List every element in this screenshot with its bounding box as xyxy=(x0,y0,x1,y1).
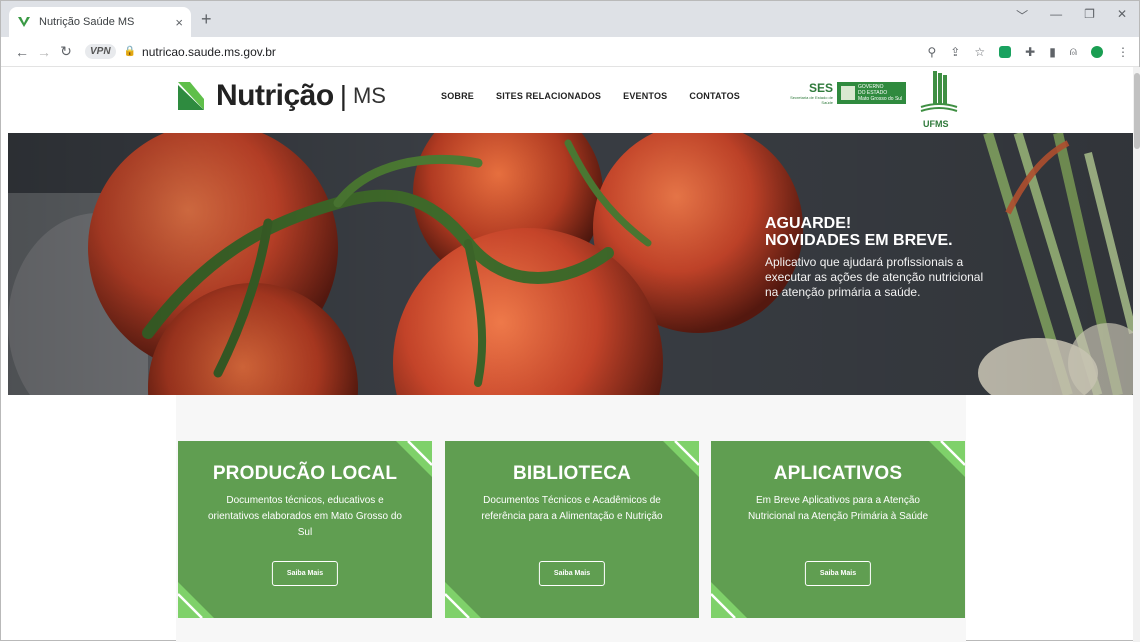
card-title: PRODUCÃO LOCAL xyxy=(212,463,398,484)
card-aplicativos[interactable]: APLICATIVOS Em Breve Aplicativos para a … xyxy=(711,441,965,618)
tab-search-icon[interactable]: ﹀ xyxy=(1016,7,1028,24)
ufms-building-icon xyxy=(920,71,958,112)
lock-icon[interactable]: 🔒 xyxy=(124,46,136,57)
forward-arrow-icon[interactable]: → xyxy=(33,44,55,60)
vpn-badge[interactable]: VPN xyxy=(85,44,116,59)
hero-banner: AGUARDE! NOVIDADES EM BREVE. Aplicativo … xyxy=(8,133,1133,395)
site-favicon-icon xyxy=(18,17,30,27)
menu-item-sobre[interactable]: SOBRE xyxy=(441,91,474,101)
menu-kebab-icon[interactable]: ⋮ xyxy=(1117,45,1129,59)
menu-item-contatos[interactable]: CONTATOS xyxy=(689,91,740,101)
browser-toolbar: ← → ↻ VPN 🔒 nutricao.saude.ms.gov.br ⚲ ⇪… xyxy=(1,37,1139,67)
scrollbar-thumb[interactable] xyxy=(1134,73,1140,149)
side-panel-icon[interactable]: ▮ xyxy=(1049,45,1056,59)
ses-abbr: SES xyxy=(808,81,833,95)
card-title: APLICATIVOS xyxy=(773,463,903,484)
shield-extension-icon[interactable] xyxy=(1091,45,1103,58)
government-logo: GOVERNO DO ESTADO Mato Grosso do Sul xyxy=(837,82,907,104)
menu-item-sites-relacionados[interactable]: SITES RELACIONADOS xyxy=(496,91,601,101)
saiba-mais-button[interactable]: Saiba Mais xyxy=(538,561,606,586)
hero-title-line-2: NOVIDADES EM BREVE. xyxy=(765,232,953,249)
card-corner-bottom-icon xyxy=(711,582,747,618)
card-corner-top-icon xyxy=(663,441,699,477)
card-description: Documentos Técnicos e Acadêmicos de refe… xyxy=(481,495,663,522)
card-description: Em Breve Aplicativos para a Atenção Nutr… xyxy=(747,495,929,522)
card-description: Documentos técnicos, educativos e orient… xyxy=(208,495,402,538)
new-tab-button[interactable]: + xyxy=(201,9,212,30)
ufms-label: UFMS xyxy=(923,119,949,129)
page-scrollbar[interactable] xyxy=(1133,67,1140,642)
logo-separator: | xyxy=(339,80,347,111)
card-corner-top-icon xyxy=(929,441,965,477)
logo-suffix: MS xyxy=(352,83,386,108)
website: Nutrição | MS SOBRE SITES RELACIONADOS E… xyxy=(1,67,1133,642)
hero-description: Aplicativo que ajudará profissionais a e… xyxy=(765,255,984,299)
minimize-button[interactable]: — xyxy=(1050,7,1062,24)
nutricao-leaf-icon xyxy=(178,82,204,110)
logo-name: Nutrição xyxy=(216,79,334,112)
browser-tab[interactable]: Nutrição Saúde MS × xyxy=(9,7,191,37)
hero-title: AGUARDE! NOVIDADES EM BREVE. xyxy=(765,215,995,249)
toolbar-actions: ⚲ ⇪ ☆ ✚ ▮ ⍝ ⋮ xyxy=(928,44,1130,59)
address-bar[interactable]: nutricao.saude.ms.gov.br xyxy=(142,45,276,59)
gov-line-3: Mato Grosso do Sul xyxy=(858,96,903,102)
back-arrow-icon[interactable]: ← xyxy=(11,44,33,60)
profile-icon[interactable]: ⍝ xyxy=(1070,44,1077,59)
ses-logo[interactable]: SES Secretaria de Estado de Saúde GOVERN… xyxy=(787,81,907,105)
card-corner-bottom-icon xyxy=(178,582,214,618)
card-corner-bottom-icon xyxy=(445,582,481,618)
main-menu: SOBRE SITES RELACIONADOS EVENTOS CONTATO… xyxy=(441,91,740,101)
zoom-icon[interactable]: ⚲ xyxy=(928,45,937,59)
card-producao-local[interactable]: PRODUCÃO LOCAL Documentos técnicos, educ… xyxy=(178,441,432,618)
hero-title-line-1: AGUARDE! xyxy=(765,215,852,232)
maximize-button[interactable]: ❐ xyxy=(1084,7,1095,24)
ufms-logo[interactable]: UFMS xyxy=(919,71,959,129)
window-controls: ﹀ — ❐ ✕ xyxy=(1016,7,1127,24)
card-corner-top-icon xyxy=(396,441,432,477)
share-icon[interactable]: ⇪ xyxy=(950,45,960,59)
saiba-mais-button[interactable]: Saiba Mais xyxy=(804,561,872,586)
browser-window: Nutrição Saúde MS × + ﹀ — ❐ ✕ ← → ↻ VPN … xyxy=(0,0,1140,642)
hero-text: AGUARDE! NOVIDADES EM BREVE. Aplicativo … xyxy=(765,215,995,300)
card-biblioteca[interactable]: BIBLIOTECA Documentos Técnicos e Acadêmi… xyxy=(445,441,699,618)
card-title: BIBLIOTECA xyxy=(512,463,632,484)
ses-full-name: Secretaria de Estado de Saúde xyxy=(790,95,833,105)
state-crest-icon xyxy=(841,86,855,100)
site-logo[interactable]: Nutrição | MS xyxy=(176,79,386,113)
tab-title: Nutrição Saúde MS xyxy=(39,16,135,28)
tab-strip: Nutrição Saúde MS × + ﹀ — ❐ ✕ xyxy=(1,1,1139,37)
saiba-mais-button[interactable]: Saiba Mais xyxy=(271,561,339,586)
menu-item-eventos[interactable]: EVENTOS xyxy=(623,91,667,101)
bookmark-star-icon[interactable]: ☆ xyxy=(974,45,985,59)
extension-p-icon[interactable] xyxy=(999,45,1012,58)
reload-icon[interactable]: ↻ xyxy=(55,43,77,60)
tab-close-icon[interactable]: × xyxy=(175,15,183,30)
close-window-button[interactable]: ✕ xyxy=(1117,7,1127,24)
extensions-puzzle-icon[interactable]: ✚ xyxy=(1025,45,1035,59)
site-header: Nutrição | MS SOBRE SITES RELACIONADOS E… xyxy=(1,67,1133,133)
